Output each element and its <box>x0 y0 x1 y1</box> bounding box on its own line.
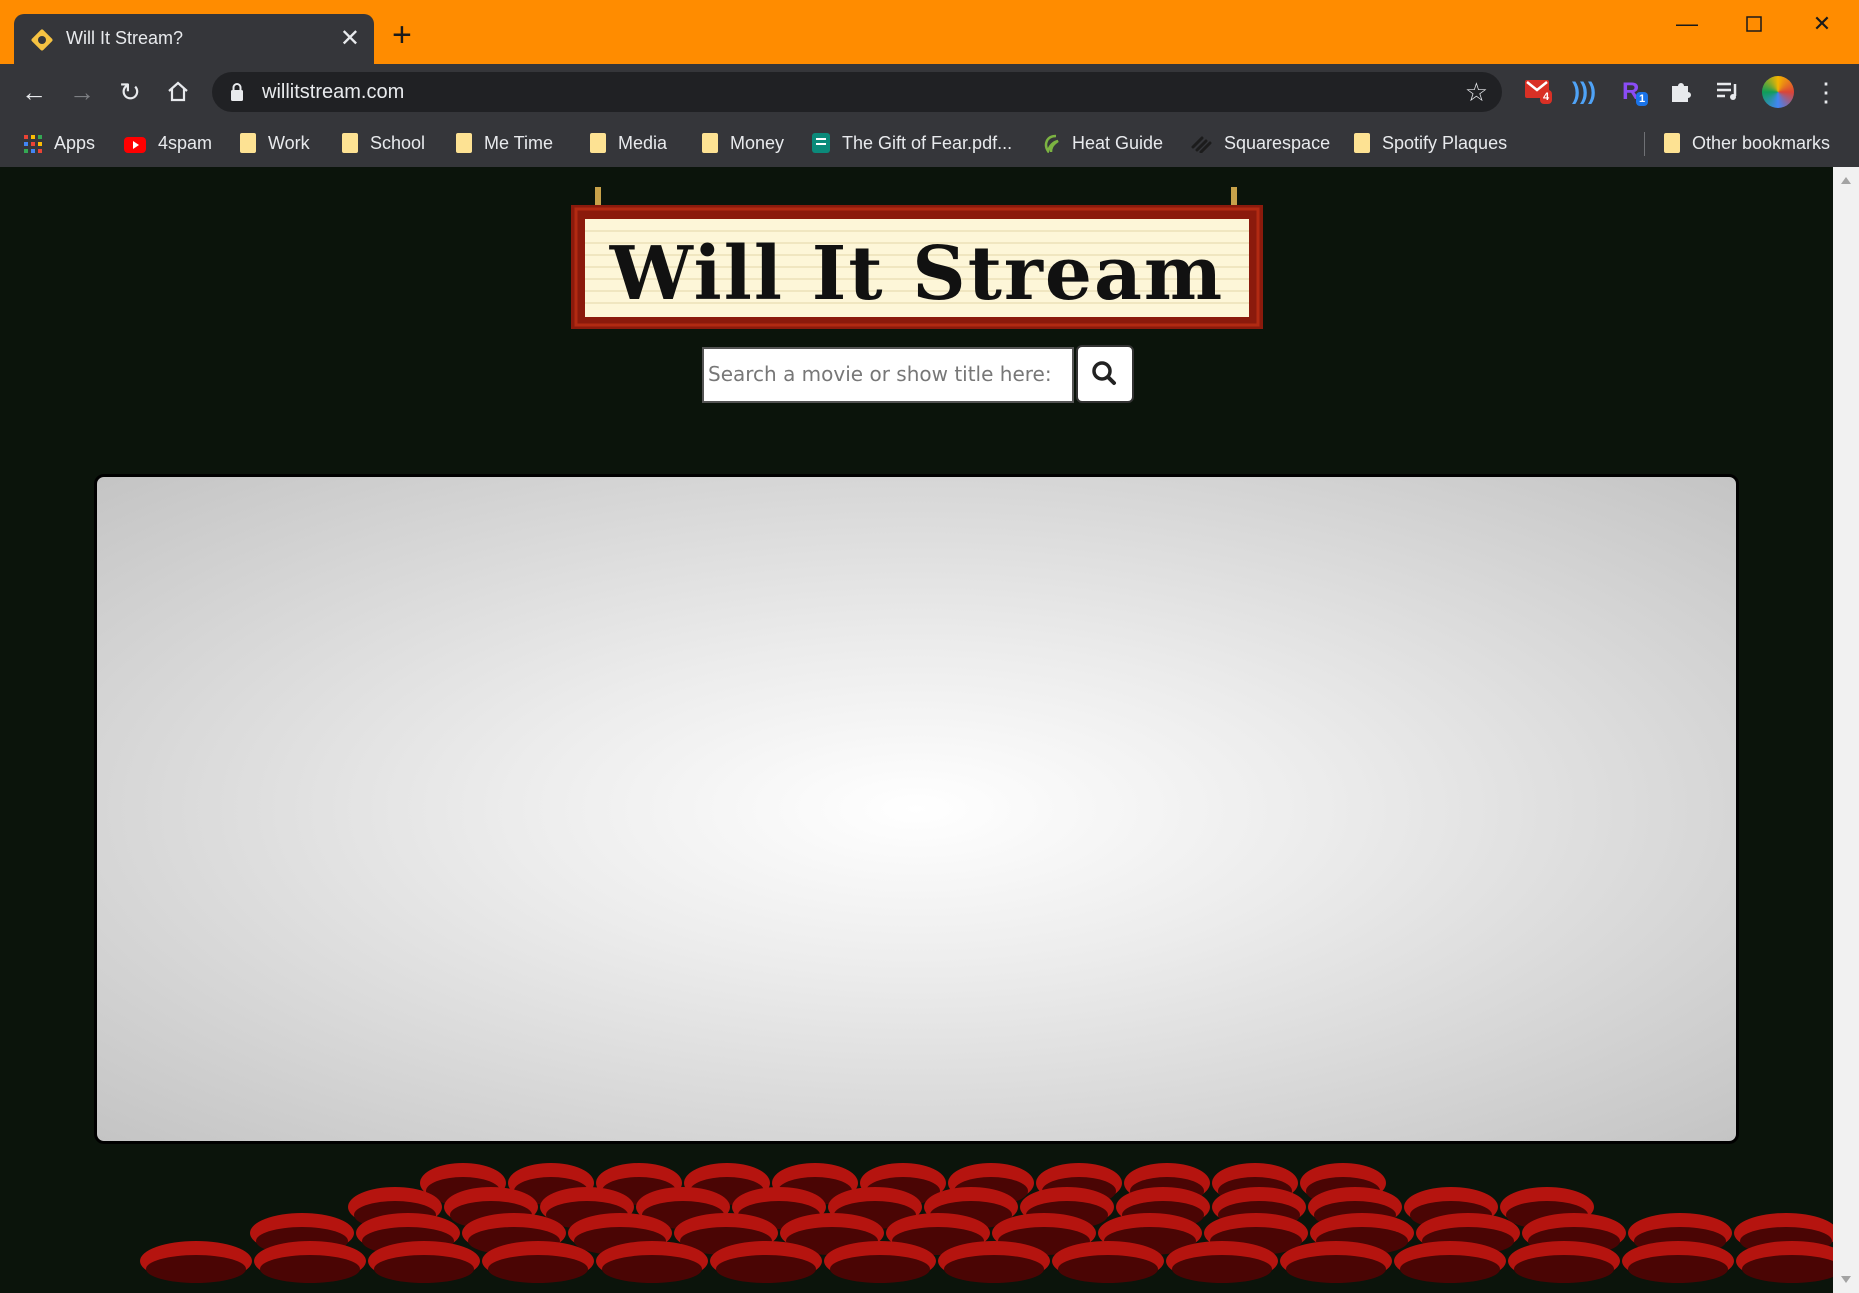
search-box <box>702 347 1074 403</box>
profile-avatar[interactable] <box>1762 76 1794 108</box>
bookmark-heat-guide[interactable]: Heat Guide <box>1042 130 1163 156</box>
page-scrollbar[interactable] <box>1833 167 1859 1293</box>
search-input[interactable] <box>704 349 1072 399</box>
tab-close-icon[interactable]: ✕ <box>340 24 360 54</box>
bookmark-label: Media <box>618 133 668 153</box>
bookmark-squarespace[interactable]: Squarespace <box>1190 130 1330 156</box>
gmail-icon[interactable]: 4 <box>1524 78 1553 106</box>
home-icon[interactable] <box>160 74 196 110</box>
theater-seats <box>140 1163 1833 1283</box>
seat <box>596 1241 708 1283</box>
bookmark-gift-of-fear[interactable]: The Gift of Fear.pdf... <box>812 130 1012 156</box>
seat <box>1052 1241 1164 1283</box>
back-arrow-icon[interactable]: ← <box>16 74 52 110</box>
bookmark-label: 4spam <box>158 133 213 153</box>
page-content: Will It Stream <box>0 167 1833 1293</box>
folder-icon <box>240 133 256 153</box>
bookmark-money[interactable]: Money <box>702 130 784 156</box>
menu-kebab-icon[interactable]: ⋮ <box>1808 74 1844 110</box>
seat <box>1280 1241 1392 1283</box>
seat <box>710 1241 822 1283</box>
puzzle-icon[interactable] <box>1668 78 1696 106</box>
bookmarks-separator <box>1644 132 1645 156</box>
forward-arrow-icon[interactable]: → <box>64 74 100 110</box>
reload-icon[interactable]: ↻ <box>112 74 148 110</box>
bookmark-media[interactable]: Media <box>590 130 667 156</box>
bookmark-label: Spotify Plaques <box>1382 133 1508 153</box>
bookmark-star-icon[interactable]: ☆ <box>1465 77 1488 108</box>
squarespace-icon <box>1191 136 1212 153</box>
new-tab-button[interactable]: + <box>392 18 412 52</box>
bookmark-label: Work <box>268 133 310 153</box>
document-icon <box>812 133 830 153</box>
bookmarks-bar: Apps 4spam Work School Me Time Media Mon… <box>0 120 1859 167</box>
playlist-icon[interactable] <box>1714 78 1742 106</box>
site-logo-sign: Will It Stream <box>571 187 1263 329</box>
ticket-favicon-icon <box>31 29 53 51</box>
bookmark-work[interactable]: Work <box>240 130 310 156</box>
bookmark-4spam[interactable]: 4spam <box>124 130 212 156</box>
maximize-icon[interactable] <box>1734 8 1774 40</box>
bookmark-school[interactable]: School <box>342 130 425 156</box>
other-bookmarks-label: Other bookmarks <box>1692 133 1831 153</box>
apps-grid-icon <box>24 135 42 153</box>
seat <box>1508 1241 1620 1283</box>
rakuten-badge: 1 <box>1636 92 1649 106</box>
tab-title: Will It Stream? <box>66 28 184 48</box>
folder-icon <box>456 133 472 153</box>
close-window-icon[interactable]: ✕ <box>1802 8 1842 40</box>
other-bookmarks[interactable]: Other bookmarks <box>1664 130 1830 156</box>
search-button[interactable] <box>1076 345 1134 403</box>
bookmark-label: Squarespace <box>1224 133 1331 153</box>
lock-icon <box>231 83 243 101</box>
seat <box>824 1241 936 1283</box>
scroll-down-icon[interactable] <box>1841 1276 1851 1283</box>
bookmark-label: School <box>370 133 426 153</box>
bookmark-label: The Gift of Fear.pdf... <box>842 133 1013 153</box>
browser-chrome: Will It Stream? ✕ + — ✕ ← → ↻ willitstre… <box>0 0 1859 167</box>
search-icon <box>1092 361 1116 385</box>
bookmark-label: Heat Guide <box>1072 133 1164 153</box>
bookmark-spotify-plaques[interactable]: Spotify Plaques <box>1354 130 1507 156</box>
url-text: willitstream.com <box>262 81 405 103</box>
seat <box>482 1241 594 1283</box>
leaf-icon <box>1044 134 1059 153</box>
folder-icon <box>1664 133 1680 153</box>
bookmark-apps[interactable]: Apps <box>24 130 95 156</box>
seat <box>1394 1241 1506 1283</box>
seat <box>140 1241 252 1283</box>
seat <box>254 1241 366 1283</box>
folder-icon <box>590 133 606 153</box>
scroll-up-icon[interactable] <box>1841 177 1851 184</box>
bookmark-label: Me Time <box>484 133 554 153</box>
seat <box>1622 1241 1734 1283</box>
toolbar: ← → ↻ willitstream.com ☆ 4 ))) R 1 ⋮ <box>0 64 1859 120</box>
folder-icon <box>702 133 718 153</box>
wave-icon[interactable]: ))) <box>1572 78 1600 106</box>
bookmark-me-time[interactable]: Me Time <box>456 130 553 156</box>
seat <box>368 1241 480 1283</box>
folder-icon <box>342 133 358 153</box>
gmail-badge: 4 <box>1540 90 1553 104</box>
theater-screen <box>94 474 1739 1144</box>
logo-text: Will It Stream <box>609 231 1224 317</box>
seat <box>1166 1241 1278 1283</box>
browser-tab[interactable]: Will It Stream? ✕ <box>14 14 374 64</box>
seat <box>938 1241 1050 1283</box>
bookmark-label: Apps <box>54 133 96 153</box>
minimize-icon[interactable]: — <box>1667 8 1707 40</box>
rakuten-icon[interactable]: R 1 <box>1622 78 1650 106</box>
bookmark-label: Money <box>730 133 785 153</box>
youtube-icon <box>124 137 146 153</box>
address-bar[interactable]: willitstream.com ☆ <box>212 72 1502 112</box>
title-bar: Will It Stream? ✕ + — ✕ <box>0 0 1859 64</box>
folder-icon <box>1354 133 1370 153</box>
